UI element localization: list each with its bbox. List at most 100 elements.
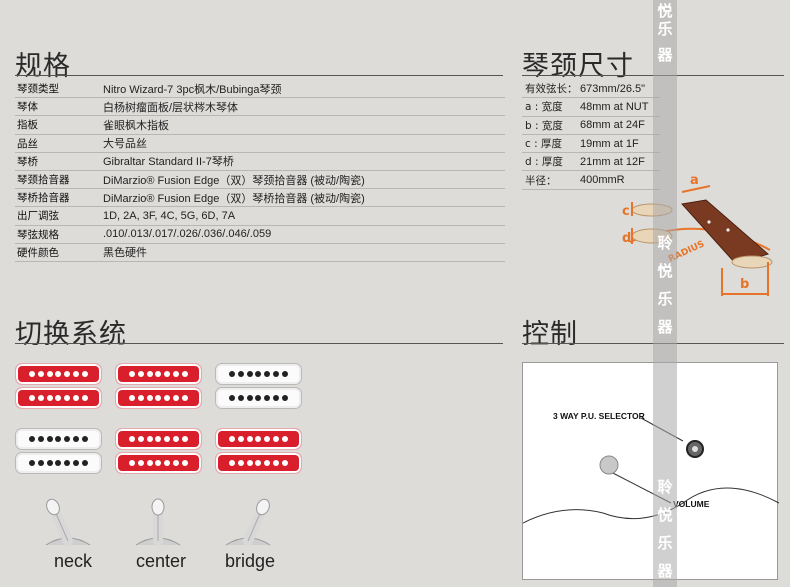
switching-title: 切换系统	[15, 319, 127, 350]
spec-value: 白杨树瘤面板/层状梣木琴体	[103, 101, 239, 114]
controls-diagram: 3 WAY P.U. SELECTOR VOLUME	[522, 362, 779, 580]
spec-row: 指板 雀眼枫木指板	[15, 116, 505, 135]
neck-dim-key: 有效弦长：	[525, 83, 578, 96]
watermark-char: 器	[657, 318, 673, 336]
watermark-char: 乐	[657, 534, 673, 552]
pickup-config-3	[215, 363, 302, 409]
neck-dim-value: 673mm/26.5"	[580, 82, 646, 95]
volume-knob-icon	[599, 455, 619, 475]
spec-value: .010/.013/.017/.026/.036/.046/.059	[103, 228, 272, 241]
pickup-coil	[115, 387, 202, 409]
spec-key: 琴弦规格	[17, 228, 59, 241]
spec-row: 琴桥拾音器 DiMarzio® Fusion Edge（双）琴桥拾音器 (被动/陶…	[15, 189, 505, 208]
neck-dim-value: 68mm at 24F	[580, 119, 645, 132]
spec-row: 琴颈拾音器 DiMarzio® Fusion Edge（双）琴颈拾音器 (被动/陶…	[15, 171, 505, 190]
spec-row: 琴颈类型 Nitro Wizard-7 3pc枫木/Bubinga琴颈	[15, 80, 505, 99]
watermark-char: 悦	[657, 262, 673, 280]
spec-value: 大号品丝	[103, 138, 147, 151]
watermark-char: 乐	[657, 20, 673, 38]
pickup-coil	[115, 452, 202, 474]
neck-label-d: d	[622, 231, 631, 246]
pickup-coil	[115, 428, 202, 450]
spec-row: 琴体 白杨树瘤面板/层状梣木琴体	[15, 98, 505, 117]
fret-marker-icon	[726, 228, 730, 232]
volume-label: VOLUME	[673, 499, 710, 509]
watermark-char: 乐	[657, 290, 673, 308]
neck-dim-value: 21mm at 12F	[580, 155, 645, 168]
switching-title-rule	[15, 343, 503, 344]
neck-dim-key: a : 宽度	[525, 101, 563, 114]
pickup-coil	[15, 452, 102, 474]
spec-key: 琴桥	[17, 155, 38, 168]
watermark-char: 悦	[657, 506, 673, 524]
selector-label: 3 WAY P.U. SELECTOR	[553, 411, 645, 421]
switch-label-bridge: bridge	[225, 551, 276, 571]
spec-row: 琴桥 Gibraltar Standard II-7琴桥	[15, 153, 505, 171]
spec-value: 黑色硬件	[103, 247, 147, 260]
neck-heel	[731, 255, 773, 269]
neck-profile-diagram: a b c d RADIUS	[622, 173, 773, 296]
spec-key: 出厂调弦	[17, 210, 59, 223]
neck-dim-row: 有效弦长： 673mm/26.5"	[522, 80, 660, 99]
pickup-coil	[215, 363, 302, 385]
pickup-coil	[15, 428, 102, 450]
spec-row: 出厂调弦 1D, 2A, 3F, 4C, 5G, 6D, 7A	[15, 207, 505, 226]
specs-title-rule	[15, 75, 503, 76]
neck-dim-key: b : 宽度	[525, 119, 563, 132]
pickup-config-6	[215, 428, 302, 474]
neck-dims-title: 琴颈尺寸	[522, 51, 634, 82]
watermark-char: 聆	[657, 234, 673, 252]
switch-label-center: center	[136, 551, 187, 571]
spec-value: Gibraltar Standard II-7琴桥	[103, 156, 234, 169]
pickup-coil	[15, 387, 102, 409]
spec-key: 琴体	[17, 101, 38, 114]
specs-title: 规格	[15, 51, 71, 82]
spec-key: 品丝	[17, 137, 38, 150]
switch-neck-icon	[45, 498, 91, 546]
spec-key: 琴颈类型	[17, 83, 59, 96]
spec-key: 琴桥拾音器	[17, 192, 70, 205]
pickup-config-4	[15, 428, 102, 474]
spec-key: 琴颈拾音器	[17, 174, 70, 187]
pickup-config-2	[115, 363, 202, 409]
pickup-coil	[215, 428, 302, 450]
pickup-config-5	[115, 428, 202, 474]
watermark-char: 器	[657, 562, 673, 580]
switch-label-neck: neck	[54, 551, 93, 571]
neck-dim-row: b : 宽度 68mm at 24F	[522, 117, 660, 135]
spec-key: 硬件颜色	[17, 246, 59, 259]
pickup-coil	[215, 452, 302, 474]
neck-dim-key: d : 厚度	[525, 156, 563, 169]
pickup-coil	[215, 387, 302, 409]
controls-title: 控制	[522, 319, 578, 350]
pickup-config-1	[15, 363, 102, 409]
spec-value: 1D, 2A, 3F, 4C, 5G, 6D, 7A	[103, 209, 236, 222]
neck-dim-value: 19mm at 1F	[580, 137, 639, 150]
neck-dim-row: c : 厚度 19mm at 1F	[522, 135, 660, 154]
spec-row: 品丝 大号品丝	[15, 135, 505, 153]
spec-value: 雀眼枫木指板	[103, 119, 169, 132]
watermark-char: 器	[657, 46, 673, 64]
pickup-coil	[15, 363, 102, 385]
neck-label-c: c	[622, 204, 630, 219]
spec-table: 琴颈类型 Nitro Wizard-7 3pc枫木/Bubinga琴颈 琴体 白杨树…	[15, 80, 505, 262]
spec-row: 硬件颜色 黑色硬件	[15, 244, 505, 262]
spec-value: Nitro Wizard-7 3pc枫木/Bubinga琴颈	[103, 83, 282, 96]
spec-row: 琴弦规格 .010/.013/.017/.026/.036/.046/.059	[15, 226, 505, 244]
pickup-coil	[115, 363, 202, 385]
watermark-char: 聆	[657, 478, 673, 496]
spec-value: DiMarzio® Fusion Edge（双）琴颈拾音器 (被动/陶瓷)	[103, 174, 365, 187]
switch-center-icon	[135, 498, 181, 546]
guitar-body-outline	[523, 417, 779, 524]
neck-dim-row: d : 厚度 21mm at 12F	[522, 153, 660, 172]
neck-dim-key: 半径：	[525, 174, 557, 187]
spec-key: 指板	[17, 119, 38, 132]
fret-marker-icon	[707, 220, 711, 224]
spec-value: DiMarzio® Fusion Edge（双）琴桥拾音器 (被动/陶瓷)	[103, 192, 365, 205]
neck-label-a: a	[690, 173, 699, 188]
neck-dim-key: c : 厚度	[525, 138, 562, 151]
neck-board	[681, 199, 770, 265]
neck-dim-value: 48mm at NUT	[580, 100, 649, 113]
neck-label-b: b	[740, 277, 749, 292]
switch-bridge-icon	[225, 498, 271, 546]
